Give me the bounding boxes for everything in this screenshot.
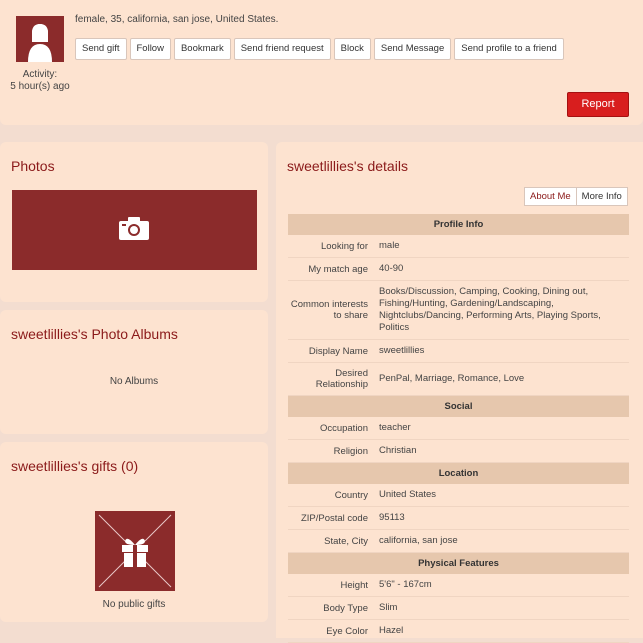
- tab-more-info[interactable]: More Info: [576, 187, 628, 206]
- info-value: 40-90: [377, 257, 629, 281]
- info-row: Looking for male: [288, 235, 629, 258]
- albums-title: sweetlillies's Photo Albums: [11, 326, 178, 342]
- info-row: My match age 40-90: [288, 257, 629, 281]
- info-value: sweetlillies: [377, 339, 629, 363]
- gifts-title: sweetlillies's gifts (0): [11, 458, 139, 474]
- info-value: Books/Discussion, Camping, Cooking, Dini…: [377, 280, 629, 340]
- camera-icon: [119, 217, 149, 240]
- info-value: Slim: [377, 596, 629, 620]
- send-gift-button[interactable]: Send gift: [75, 38, 127, 60]
- info-value: teacher: [377, 417, 629, 440]
- no-albums-text: No Albums: [109, 376, 159, 387]
- gift-placeholder: [95, 511, 175, 591]
- info-value: Christian: [377, 439, 629, 463]
- info-row: Eye Color Hazel: [288, 619, 629, 643]
- section-header: Physical Features: [288, 552, 629, 574]
- info-row: ZIP/Postal code 95113: [288, 506, 629, 530]
- info-label: Common interests to share: [288, 280, 377, 340]
- info-value: male: [377, 235, 629, 258]
- info-label: Body Type: [288, 596, 377, 620]
- send-profile-button[interactable]: Send profile to a friend: [454, 38, 564, 60]
- details-title: sweetlillies's details: [287, 158, 408, 174]
- info-row: Height 5'6" - 167cm: [288, 574, 629, 597]
- block-button[interactable]: Block: [333, 38, 371, 60]
- female-avatar-icon: [28, 24, 52, 62]
- info-value: United States: [377, 484, 629, 507]
- info-label: State, City: [288, 529, 377, 553]
- section-title: Physical Features: [288, 552, 629, 574]
- info-row: Desired Relationship PenPal, Marriage, Ro…: [288, 362, 629, 396]
- info-label: Display Name: [288, 339, 377, 363]
- info-label: Desired Relationship: [288, 362, 377, 396]
- send-message-button[interactable]: Send Message: [373, 38, 452, 60]
- info-value: 95113: [377, 506, 629, 530]
- gifts-panel: sweetlillies's gifts (0) No public gifts: [0, 442, 268, 622]
- profile-header: Activity: 5 hour(s) ago female, 35, cali…: [0, 0, 643, 125]
- info-row: Common interests to share Books/Discussio…: [288, 280, 629, 340]
- send-friend-request-button[interactable]: Send friend request: [233, 38, 331, 60]
- profile-info-table: Profile Info Looking for male My match age 4…: [288, 214, 629, 643]
- info-row: State, City california, san jose: [288, 529, 629, 553]
- info-label: Eye Color: [288, 619, 377, 643]
- info-value: PenPal, Marriage, Romance, Love: [377, 362, 629, 396]
- tab-about-me[interactable]: About Me: [524, 187, 577, 206]
- avatar[interactable]: [16, 16, 64, 62]
- section-header: Social: [288, 395, 629, 417]
- section-title: Location: [288, 462, 629, 484]
- details-panel: sweetlillies's details About Me More Inf…: [276, 142, 643, 643]
- action-bar: Send gift Follow Bookmark Send friend re…: [75, 38, 564, 60]
- bookmark-button[interactable]: Bookmark: [173, 38, 231, 60]
- info-row: Religion Christian: [288, 439, 629, 463]
- info-value: Hazel: [377, 619, 629, 643]
- photos-title: Photos: [11, 158, 55, 174]
- section-title: Profile Info: [288, 214, 629, 235]
- activity-value: 5 hour(s) ago: [10, 81, 70, 92]
- info-value: california, san jose: [377, 529, 629, 553]
- no-gifts-text: No public gifts: [102, 599, 166, 610]
- section-title: Social: [288, 395, 629, 417]
- info-label: Height: [288, 574, 377, 597]
- info-label: My match age: [288, 257, 377, 281]
- info-label: Country: [288, 484, 377, 507]
- info-row: Display Name sweetlillies: [288, 339, 629, 363]
- info-label: ZIP/Postal code: [288, 506, 377, 530]
- info-label: Occupation: [288, 417, 377, 440]
- profile-summary: female, 35, california, san jose, United…: [75, 14, 279, 25]
- details-tabs: About Me More Info: [524, 187, 628, 206]
- activity-label: Activity:: [22, 69, 58, 80]
- follow-button[interactable]: Follow: [129, 38, 171, 60]
- gift-icon: [98, 514, 172, 588]
- report-button[interactable]: Report: [567, 92, 629, 117]
- photos-panel: Photos: [0, 142, 268, 302]
- photo-albums-panel: sweetlillies's Photo Albums No Albums: [0, 310, 268, 434]
- info-row: Country United States: [288, 484, 629, 507]
- info-row: Occupation teacher: [288, 417, 629, 440]
- info-label: Looking for: [288, 235, 377, 258]
- section-header: Location: [288, 462, 629, 484]
- section-header: Profile Info: [288, 214, 629, 235]
- info-value: 5'6" - 167cm: [377, 574, 629, 597]
- photo-placeholder[interactable]: [12, 190, 257, 270]
- info-row: Body Type Slim: [288, 596, 629, 620]
- info-label: Religion: [288, 439, 377, 463]
